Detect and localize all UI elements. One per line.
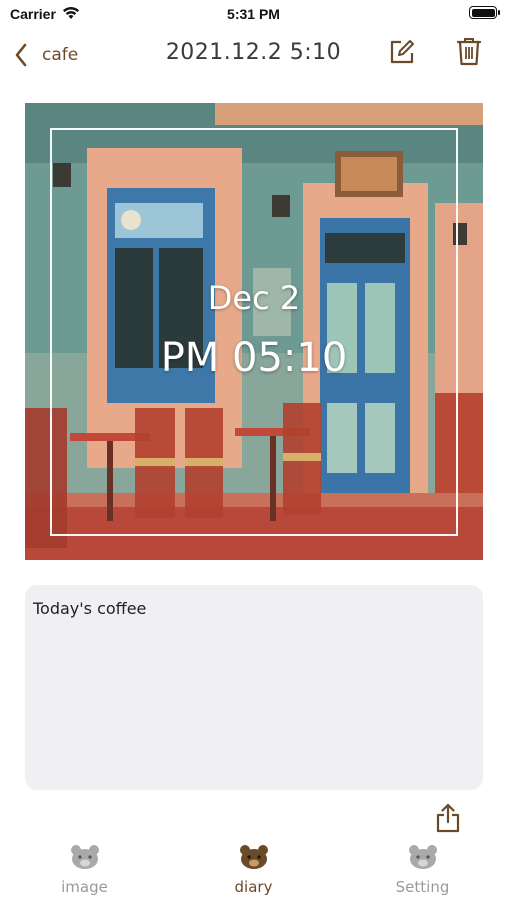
photo-frame-border — [50, 128, 458, 536]
battery-icon — [469, 6, 500, 19]
bear-icon — [408, 845, 437, 869]
diary-photo[interactable]: Dec 2 PM 05:10 — [25, 103, 483, 560]
status-time: 5:31 PM — [227, 6, 280, 22]
tab-image-label: image — [61, 878, 108, 896]
tab-setting-label: Setting — [395, 878, 450, 896]
edit-icon[interactable] — [388, 38, 416, 66]
bear-icon — [70, 845, 99, 869]
status-bar: Carrier 5:31 PM — [0, 0, 507, 30]
trash-icon[interactable] — [456, 36, 482, 66]
bear-icon — [239, 845, 268, 869]
navigation-bar: cafe 2021.12.2 5:10 — [0, 30, 507, 80]
diary-note-text: Today's coffee — [33, 599, 147, 618]
page-title: 2021.12.2 5:10 — [165, 40, 342, 65]
share-icon[interactable] — [435, 803, 461, 833]
tab-setting[interactable]: Setting — [338, 838, 507, 900]
diary-note-box[interactable]: Today's coffee — [25, 585, 483, 790]
photo-time-overlay: PM 05:10 — [160, 335, 348, 381]
tab-diary[interactable]: diary — [169, 838, 338, 900]
tab-bar: image diary Setting — [0, 838, 507, 900]
tab-diary-label: diary — [234, 878, 273, 896]
tab-image[interactable]: image — [0, 838, 169, 900]
photo-date-overlay: Dec 2 — [207, 279, 301, 317]
